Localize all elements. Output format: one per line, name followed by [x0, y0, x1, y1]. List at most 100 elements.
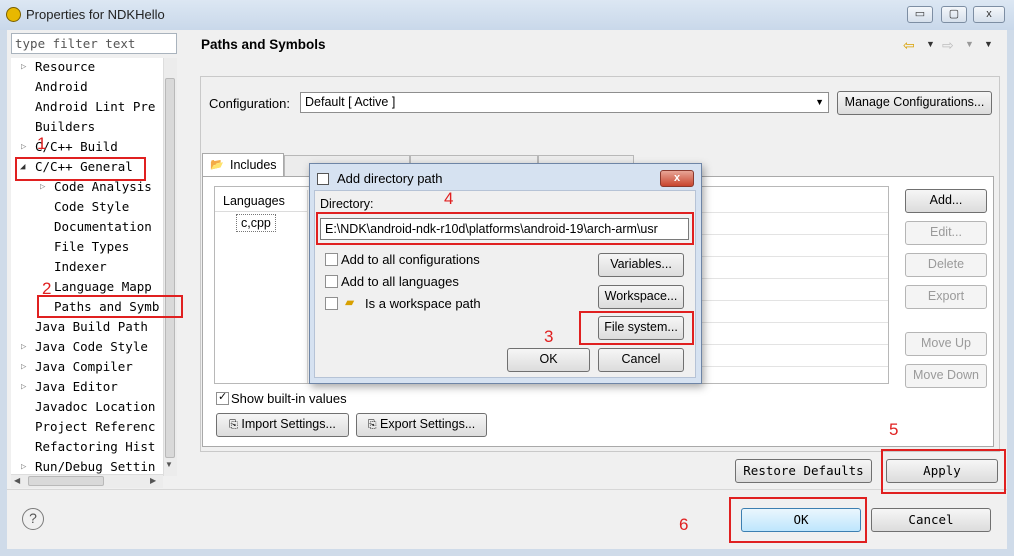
- configuration-value: Default [ Active ]: [305, 95, 396, 109]
- property-tree: ▷ Resource Android Android Lint Pre Buil…: [11, 58, 166, 476]
- export-settings-label: Export Settings...: [380, 417, 476, 431]
- filter-input[interactable]: type filter text: [11, 33, 177, 54]
- annotation-box-6: [729, 497, 867, 543]
- include-folder-icon: 📂: [210, 159, 224, 171]
- cancel-button[interactable]: Cancel: [871, 508, 991, 532]
- add-button[interactable]: Add...: [905, 189, 987, 213]
- expand-arrow-icon[interactable]: ▷: [21, 62, 26, 72]
- configuration-select[interactable]: Default [ Active ] ▼: [300, 92, 829, 113]
- tab-includes-label: Includes: [230, 158, 277, 172]
- annotation-number-3: 3: [544, 327, 554, 346]
- app-icon: [6, 7, 21, 22]
- maximize-button[interactable]: ▢: [941, 6, 967, 23]
- close-button[interactable]: x: [973, 6, 1005, 23]
- dialog-cancel-button[interactable]: Cancel: [598, 348, 684, 372]
- workspace-path-label: Is a workspace path: [365, 296, 481, 311]
- languages-header: Languages: [215, 190, 307, 212]
- table-row-line: [700, 344, 888, 345]
- export-button[interactable]: Export: [905, 285, 987, 309]
- scroll-down-arrow-icon[interactable]: ▼: [165, 460, 173, 469]
- help-icon[interactable]: ?: [22, 508, 44, 530]
- language-item-label: c,cpp: [241, 216, 271, 230]
- tree-item-cpp-build[interactable]: C/C++ Build: [35, 138, 118, 156]
- forward-menu-icon[interactable]: ▼: [965, 39, 974, 49]
- configuration-label: Configuration:: [209, 96, 290, 111]
- dialog-title: Add directory path: [337, 171, 443, 186]
- export-icon: ⎘: [367, 419, 377, 431]
- expand-arrow-icon[interactable]: ▷: [21, 142, 26, 152]
- annotation-number-6: 6: [679, 515, 689, 534]
- minimize-button[interactable]: ▭: [907, 6, 933, 23]
- checkmark-icon: ✓: [218, 391, 228, 403]
- add-all-languages-label: Add to all languages: [341, 274, 459, 289]
- dialog-window-icon: [317, 173, 329, 185]
- add-all-languages-checkbox[interactable]: [325, 275, 338, 288]
- tree-item-refactoring-history[interactable]: Refactoring Hist: [35, 438, 155, 456]
- expand-arrow-icon[interactable]: ▷: [40, 182, 45, 192]
- export-settings-button[interactable]: ⎘ Export Settings...: [356, 413, 487, 437]
- tab-includes[interactable]: 📂 Includes: [202, 153, 284, 177]
- table-row-line: [700, 234, 888, 235]
- tree-item-java-code-style[interactable]: Java Code Style: [35, 338, 148, 356]
- table-row-line: [700, 278, 888, 279]
- table-row-line: [700, 256, 888, 257]
- dialog-close-button[interactable]: x: [660, 170, 694, 187]
- annotation-box-5: [881, 449, 1006, 494]
- tree-item-resource[interactable]: Resource: [35, 58, 95, 76]
- back-arrow-icon[interactable]: ⇦: [903, 37, 915, 54]
- expand-arrow-icon[interactable]: ▷: [21, 462, 26, 472]
- tree-item-file-types[interactable]: File Types: [54, 238, 129, 256]
- tree-item-java-build-path[interactable]: Java Build Path: [35, 318, 148, 336]
- forward-arrow-icon[interactable]: ⇨: [942, 37, 954, 54]
- annotation-box-3: [579, 311, 694, 345]
- expand-arrow-icon[interactable]: ▷: [21, 342, 26, 352]
- annotation-number-5: 5: [889, 420, 899, 439]
- table-row-line: [700, 322, 888, 323]
- import-icon: ⎘: [229, 419, 238, 431]
- variables-button[interactable]: Variables...: [598, 253, 684, 277]
- column-divider: [307, 190, 308, 383]
- restore-defaults-button[interactable]: Restore Defaults: [735, 459, 872, 483]
- import-settings-button[interactable]: ⎘ Import Settings...: [216, 413, 349, 437]
- annotation-number-4: 4: [444, 189, 454, 208]
- tree-item-javadoc-location[interactable]: Javadoc Location: [35, 398, 155, 416]
- move-up-button[interactable]: Move Up: [905, 332, 987, 356]
- scroll-right-arrow-icon[interactable]: ▶: [150, 476, 156, 485]
- tree-item-android[interactable]: Android: [35, 78, 88, 96]
- table-row-line: [700, 300, 888, 301]
- tree-item-language-mappings[interactable]: Language Mapp: [54, 278, 152, 296]
- workspace-path-checkbox[interactable]: [325, 297, 338, 310]
- expand-arrow-icon[interactable]: ▷: [21, 362, 26, 372]
- dialog-ok-button[interactable]: OK: [507, 348, 590, 372]
- language-item-c-cpp[interactable]: c,cpp: [236, 214, 276, 232]
- back-menu-icon[interactable]: ▼: [926, 39, 935, 49]
- expand-arrow-icon[interactable]: ▷: [21, 382, 26, 392]
- tree-item-java-compiler[interactable]: Java Compiler: [35, 358, 133, 376]
- tree-vertical-scroll-thumb[interactable]: [165, 78, 175, 458]
- annotation-box-1: [15, 157, 146, 181]
- page-title: Paths and Symbols: [201, 37, 326, 52]
- manage-configurations-button[interactable]: Manage Configurations...: [837, 91, 992, 115]
- tree-item-code-style[interactable]: Code Style: [54, 198, 129, 216]
- add-all-configurations-checkbox[interactable]: [325, 253, 338, 266]
- tree-item-indexer[interactable]: Indexer: [54, 258, 107, 276]
- scroll-left-arrow-icon[interactable]: ◀: [14, 476, 20, 485]
- tree-item-project-references[interactable]: Project Referenc: [35, 418, 155, 436]
- folder-icon: ▰: [345, 295, 355, 309]
- delete-button[interactable]: Delete: [905, 253, 987, 277]
- tree-item-documentation[interactable]: Documentation: [54, 218, 152, 236]
- move-down-button[interactable]: Move Down: [905, 364, 987, 388]
- import-settings-label: Import Settings...: [241, 417, 336, 431]
- table-row-line: [700, 212, 888, 213]
- tree-item-java-editor[interactable]: Java Editor: [35, 378, 118, 396]
- edit-button[interactable]: Edit...: [905, 221, 987, 245]
- annotation-number-2: 2: [42, 279, 52, 298]
- workspace-button[interactable]: Workspace...: [598, 285, 684, 309]
- show-builtin-checkbox[interactable]: ✓: [216, 391, 229, 405]
- view-menu-icon[interactable]: ▼: [984, 39, 993, 49]
- tree-item-android-lint[interactable]: Android Lint Pre: [35, 98, 155, 116]
- tree-horizontal-scroll-thumb[interactable]: [28, 476, 104, 486]
- annotation-box-2: [37, 295, 183, 318]
- directory-label: Directory:: [320, 197, 374, 211]
- languages-header-label: Languages: [223, 194, 285, 208]
